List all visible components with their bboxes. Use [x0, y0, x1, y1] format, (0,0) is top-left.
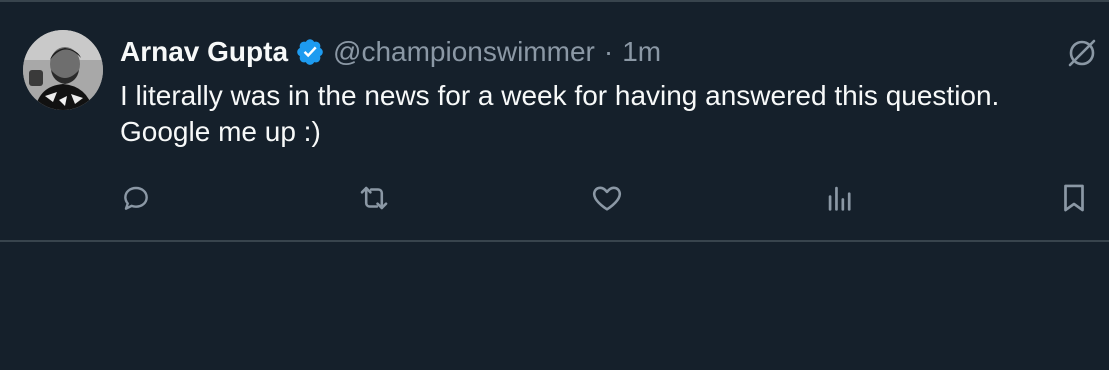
avatar[interactable]	[23, 30, 103, 110]
retweet-icon[interactable]	[356, 180, 392, 216]
bookmark-icon[interactable]	[1056, 180, 1092, 216]
timestamp[interactable]: 1m	[622, 36, 661, 68]
like-icon[interactable]	[589, 180, 625, 216]
verified-badge-icon[interactable]	[295, 37, 325, 67]
tweet-text: I literally was in the news for a week f…	[120, 80, 1000, 147]
author-handle[interactable]: @championswimmer	[333, 36, 595, 68]
separator-dot: ·	[603, 36, 614, 67]
tweet-header: Arnav Gupta @championswimmer · 1m	[120, 32, 661, 72]
views-icon[interactable]	[822, 180, 858, 216]
grok-icon[interactable]	[1064, 35, 1100, 71]
author-name[interactable]: Arnav Gupta	[120, 36, 288, 68]
bottom-divider	[0, 240, 1109, 242]
tweet[interactable]: Arnav Gupta @championswimmer · 1m I lite…	[0, 2, 1109, 240]
reply-icon[interactable]	[118, 180, 154, 216]
